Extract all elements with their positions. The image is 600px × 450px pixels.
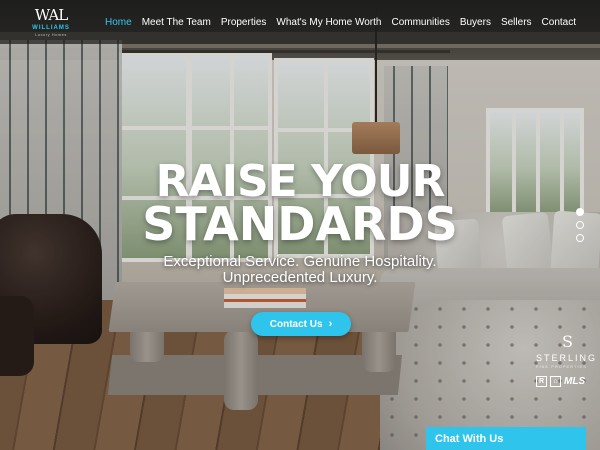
nav-item-buyers[interactable]: Buyers: [460, 17, 491, 28]
brand-logo[interactable]: WAL WILLIAMS Luxury Homes: [26, 6, 76, 40]
slider-dot-3[interactable]: [576, 234, 584, 242]
mls-icon: MLS: [564, 376, 586, 387]
nav-item-home-worth[interactable]: What's My Home Worth: [276, 17, 381, 28]
equal-housing-icon: ⌂: [550, 376, 561, 387]
sterling-logo-mark: S: [562, 332, 573, 351]
nav-item-contact[interactable]: Contact: [542, 17, 576, 28]
top-navigation: WAL WILLIAMS Luxury Homes Home Meet The …: [0, 0, 600, 44]
chevron-right-icon: ›: [328, 318, 333, 330]
hero-subheadline-line-1: Exceptional Service. Genuine Hospitality…: [163, 253, 437, 270]
slider-dot-2[interactable]: [576, 221, 584, 229]
sterling-logo-name: STERLING: [536, 353, 598, 363]
contact-us-button[interactable]: Contact Us ›: [251, 312, 351, 336]
nav-item-properties[interactable]: Properties: [221, 17, 267, 28]
sterling-logo-tagline: FINE PROPERTIES: [536, 364, 587, 369]
nav-item-communities[interactable]: Communities: [391, 17, 449, 28]
hero-subheadline-line-2: Unprecedented Luxury.: [222, 269, 378, 286]
nav-item-home[interactable]: Home: [105, 17, 132, 28]
hero-headline-line-2: STANDARDS: [142, 197, 458, 251]
slider-dot-1[interactable]: [576, 208, 584, 216]
contact-us-label: Contact Us: [269, 318, 323, 330]
chat-with-us-button[interactable]: Chat With Us: [426, 427, 586, 450]
brand-logo-tagline: Luxury Homes: [35, 32, 67, 37]
realtor-icon: R: [536, 376, 547, 387]
nav-menu: Home Meet The Team Properties What's My …: [105, 0, 576, 44]
nav-item-meet-the-team[interactable]: Meet The Team: [142, 17, 211, 28]
sterling-fine-properties-logo: S STERLING FINE PROPERTIES R ⌂ MLS: [536, 334, 600, 387]
brand-logo-name: WILLIAMS: [32, 25, 70, 31]
nav-item-sellers[interactable]: Sellers: [501, 17, 532, 28]
hero-slider-dots: [576, 208, 584, 242]
compliance-badges: R ⌂ MLS: [536, 376, 600, 387]
brand-logo-mark: WAL: [34, 6, 68, 24]
